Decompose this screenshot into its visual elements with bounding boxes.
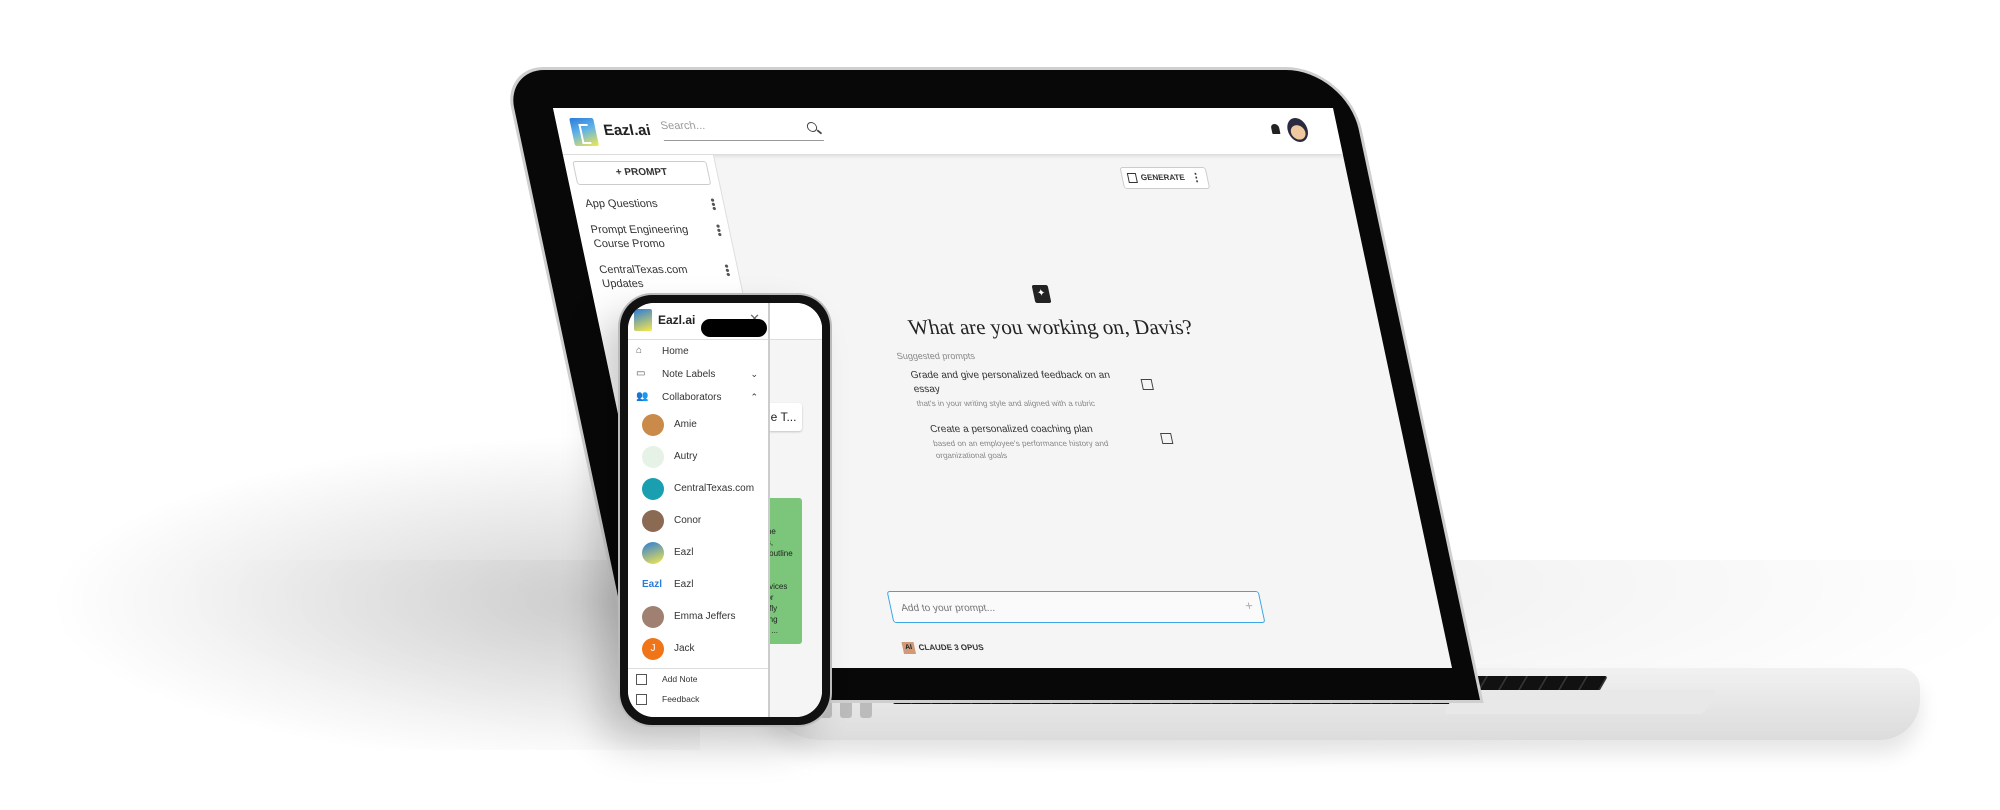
avatar-initial: J bbox=[642, 638, 664, 660]
collaborator-item[interactable]: CentralTexas.com bbox=[628, 473, 768, 505]
dynamic-island bbox=[701, 319, 767, 337]
avatar bbox=[642, 510, 664, 532]
phone-screen: cue T... ng n the ags, an outline ng ser… bbox=[628, 303, 822, 717]
nav-item-home[interactable]: ⌂ Home bbox=[628, 340, 768, 363]
suggestion-item[interactable]: Grade and give personalized feedback on … bbox=[909, 369, 1154, 410]
collaborator-item[interactable]: Conor bbox=[628, 505, 768, 537]
laptop-ports bbox=[820, 700, 940, 722]
collaborator-name: Autry bbox=[674, 451, 698, 462]
phone-device: cue T... ng n the ags, an outline ng ser… bbox=[620, 295, 830, 725]
nav-label: Note Labels bbox=[662, 369, 716, 380]
feedback-icon bbox=[636, 694, 647, 705]
chevron-up-icon[interactable]: ⌃ bbox=[750, 386, 758, 409]
collaborator-item[interactable]: J Jack bbox=[628, 633, 768, 665]
user-avatar[interactable] bbox=[1285, 118, 1311, 142]
search-placeholder: Search... bbox=[659, 120, 707, 132]
collaborator-name: Conor bbox=[674, 515, 702, 526]
collaborator-item[interactable]: Autry bbox=[628, 441, 768, 473]
brand-name: Eazl.ai bbox=[658, 313, 696, 327]
home-icon: ⌂ bbox=[636, 345, 643, 356]
avatar bbox=[642, 446, 664, 468]
bell-icon[interactable] bbox=[1270, 124, 1281, 134]
avatar bbox=[642, 414, 664, 436]
search-icon[interactable] bbox=[805, 122, 819, 132]
collaborator-name: Eazl bbox=[674, 547, 694, 558]
eazl-logo-avatar: Eazl bbox=[642, 579, 663, 590]
note-title: App Questions bbox=[584, 198, 659, 210]
note-title: CentralTexas.com Updates bbox=[598, 264, 689, 290]
people-icon: 👥 bbox=[636, 391, 649, 402]
add-note-item[interactable]: Add Note bbox=[628, 669, 768, 689]
feedback-item[interactable]: Feedback bbox=[628, 689, 768, 709]
collaborator-item[interactable]: Amie bbox=[628, 409, 768, 441]
nav-item-collaborators[interactable]: 👥 Collaborators ⌃ bbox=[628, 386, 768, 409]
avatar bbox=[642, 478, 664, 500]
note-title: Prompt Engineering Course Promo bbox=[589, 224, 690, 250]
generate-label: GENERATE bbox=[1139, 173, 1186, 182]
anthropic-icon: AI bbox=[901, 642, 917, 654]
suggested-prompts-label: Suggested prompts bbox=[895, 351, 976, 361]
generate-button[interactable]: GENERATE ⋮ bbox=[1119, 167, 1211, 189]
more-vert-icon[interactable]: ••• bbox=[719, 264, 736, 277]
prompt-input-box[interactable]: + bbox=[886, 591, 1266, 624]
laptop-trackpad bbox=[1443, 690, 1717, 714]
nav-label: Collaborators bbox=[662, 392, 722, 403]
suggestion-subtitle: based on an employee's performance histo… bbox=[932, 439, 1110, 460]
brand-name: Eazl.ai bbox=[601, 122, 653, 139]
collaborator-name: CentralTexas.com bbox=[674, 483, 755, 494]
avatar bbox=[642, 606, 664, 628]
nav-item-note-labels[interactable]: ▭ Note Labels ⌄ bbox=[628, 363, 768, 386]
suggestion-item[interactable]: Create a personalized coaching plan base… bbox=[929, 423, 1174, 462]
collaborator-name: Jack bbox=[674, 643, 695, 654]
open-in-new-icon[interactable] bbox=[1160, 433, 1174, 444]
eazl-logo-icon bbox=[634, 309, 652, 331]
footer-label: Add Note bbox=[662, 674, 698, 684]
collaborator-item[interactable]: Eazl bbox=[628, 537, 768, 569]
search-input[interactable]: Search... bbox=[659, 120, 824, 141]
suggestion-title: Grade and give personalized feedback on … bbox=[909, 370, 1112, 395]
nav-label: Home bbox=[662, 346, 689, 357]
app-header: Eazl.ai Search... bbox=[552, 108, 1343, 155]
footer-label: Feedback bbox=[662, 694, 700, 704]
label-icon: ▭ bbox=[636, 368, 646, 379]
note-item[interactable]: App Questions ••• bbox=[571, 191, 727, 217]
note-item[interactable]: CentralTexas.com Updates ••• bbox=[585, 257, 744, 297]
new-prompt-label: PROMPT bbox=[623, 167, 669, 178]
drawer-footer: Add Note Feedback bbox=[628, 668, 768, 717]
more-vert-icon[interactable]: ••• bbox=[711, 224, 728, 237]
greeting-heading: What are you working on, Davis? bbox=[906, 315, 1195, 339]
model-label: CLAUDE 3 OPUS bbox=[917, 643, 985, 653]
model-selector[interactable]: AI CLAUDE 3 OPUS bbox=[901, 642, 985, 654]
open-in-new-icon[interactable] bbox=[1140, 379, 1154, 390]
nav-drawer: Eazl.ai ✕ ⌂Home ▭Note Labels⌄ 👥Collabora… bbox=[628, 303, 770, 717]
collaborator-name: Eazl bbox=[674, 579, 694, 590]
chevron-down-icon[interactable]: ⌄ bbox=[750, 363, 758, 386]
more-vert-icon[interactable]: ••• bbox=[705, 198, 722, 211]
note-item[interactable]: Prompt Engineering Course Promo ••• bbox=[576, 217, 735, 257]
eazl-logo-icon[interactable] bbox=[569, 118, 600, 146]
collaborator-item[interactable]: Eazl Eazl bbox=[628, 569, 768, 601]
prompt-input[interactable] bbox=[887, 592, 1240, 624]
more-vert-icon[interactable]: ⋮ bbox=[1189, 168, 1204, 188]
new-prompt-button[interactable]: + PROMPT bbox=[572, 161, 712, 185]
suggestion-title: Create a personalized coaching plan bbox=[929, 424, 1094, 435]
collaborator-name: Amie bbox=[674, 419, 697, 430]
avatar bbox=[642, 542, 664, 564]
add-icon[interactable]: + bbox=[1244, 598, 1255, 613]
suggestion-subtitle: that's in your writing style and aligned… bbox=[915, 399, 1096, 408]
collaborator-item[interactable]: Emma Jeffers bbox=[628, 601, 768, 633]
add-note-icon bbox=[636, 674, 647, 685]
sparkle-icon: ✦ bbox=[1031, 285, 1052, 303]
generate-icon bbox=[1126, 173, 1139, 183]
collaborator-name: Emma Jeffers bbox=[674, 611, 736, 622]
